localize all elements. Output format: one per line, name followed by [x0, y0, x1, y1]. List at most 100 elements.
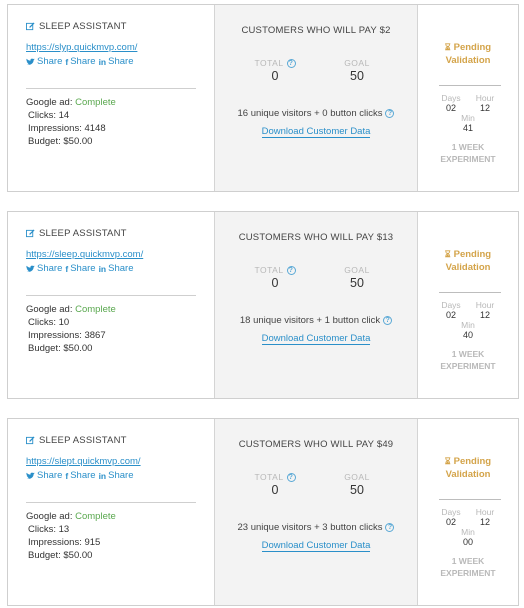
twitter-share[interactable]: Share — [26, 470, 62, 481]
experiment-line-2: EXPERIMENT — [440, 568, 496, 578]
visitors-text: 18 unique visitors + 1 button click — [239, 315, 381, 326]
experiment-line-1: 1 WEEK — [451, 349, 485, 359]
goal-label: GOAL — [344, 265, 370, 275]
linkedin-share[interactable]: in Share — [99, 263, 134, 274]
hour-value: 12 — [479, 103, 490, 113]
google-ad-summary: Google ad: Complete Clicks: 10 Impressio… — [26, 303, 116, 355]
validation-column: ⏳︎ Pending Validation Days Hour 02 12 Min… — [418, 212, 518, 398]
hourglass-icon: ⏳︎ — [444, 249, 451, 259]
visitors-text: 23 unique visitors + 3 button clicks — [237, 522, 383, 533]
card-title[interactable]: SLEEP ASSISTANT — [26, 228, 127, 239]
edit-icon[interactable] — [26, 22, 35, 31]
validation-column: ⏳︎ Pending Validation Days Hour 02 12 Min… — [418, 419, 518, 605]
days-label: Days — [441, 507, 461, 517]
days-value: 02 — [445, 517, 456, 527]
card-title[interactable]: SLEEP ASSISTANT — [26, 435, 127, 446]
edit-icon[interactable] — [26, 229, 35, 238]
min-label: Min — [461, 113, 475, 123]
card-title-text: SLEEP ASSISTANT — [39, 21, 127, 32]
countdown-timer: Days Hour 02 12 Min 40 — [418, 300, 518, 340]
twitter-share[interactable]: Share — [26, 56, 62, 67]
landing-page-link[interactable]: https://sleep.quickmvp.com/ — [26, 249, 143, 260]
linkedin-share[interactable]: in Share — [99, 470, 134, 481]
countdown-timer: Days Hour 02 12 Min 41 — [418, 93, 518, 133]
divider — [26, 502, 196, 503]
countdown-timer: Days Hour 02 12 Min 00 — [418, 507, 518, 547]
impressions-count: Impressions: 915 — [28, 537, 101, 548]
experiment-duration: 1 WEEK EXPERIMENT — [418, 348, 518, 372]
pending-validation-status: ⏳︎ Pending Validation — [418, 248, 518, 274]
visitors-summary: 18 unique visitors + 1 button click ? — [215, 315, 417, 326]
visitors-summary: 23 unique visitors + 3 button clicks ? — [215, 522, 417, 533]
question-circle-icon[interactable]: ? — [286, 265, 296, 275]
hourglass-icon: ⏳︎ — [444, 42, 451, 52]
facebook-share-label: Share — [70, 470, 96, 481]
linkedin-icon: in — [98, 263, 107, 274]
budget-value: Budget: $50.00 — [28, 343, 93, 354]
landing-page-link[interactable]: https://slept.quickmvp.com/ — [26, 456, 141, 467]
min-value: 00 — [462, 537, 473, 547]
download-data: Download Customer Data — [215, 535, 417, 553]
goal-label: GOAL — [344, 58, 370, 68]
total-label-text: TOTAL — [254, 58, 284, 68]
question-circle-icon[interactable]: ? — [385, 523, 395, 532]
goal-stat: GOAL 50 — [327, 472, 387, 497]
facebook-icon: f — [65, 263, 69, 274]
twitter-icon — [26, 472, 35, 479]
days-value: 02 — [445, 310, 456, 320]
download-customer-data-link[interactable]: Download Customer Data — [261, 540, 371, 552]
status-line-1: Pending — [453, 249, 492, 260]
share-links: Share f Share in Share — [26, 470, 133, 481]
card-title[interactable]: SLEEP ASSISTANT — [26, 21, 127, 32]
goal-value: 50 — [350, 69, 364, 83]
total-stat: TOTAL ? 0 — [245, 265, 305, 290]
landing-page-link[interactable]: https://slyp.quickmvp.com/ — [26, 42, 137, 53]
facebook-share-label: Share — [70, 56, 96, 67]
card-info-column: SLEEP ASSISTANT https://slept.quickmvp.c… — [8, 419, 214, 605]
days-value: 02 — [445, 103, 456, 113]
download-customer-data-link[interactable]: Download Customer Data — [261, 126, 371, 138]
total-label: TOTAL ? — [245, 265, 305, 275]
total-value: 0 — [271, 276, 279, 290]
status-line-2: Validation — [445, 469, 491, 480]
experiment-card: SLEEP ASSISTANT https://sleep.quickmvp.c… — [7, 211, 519, 399]
customers-heading: CUSTOMERS WHO WILL PAY $2 — [241, 25, 391, 36]
goal-stat: GOAL 50 — [327, 58, 387, 83]
pending-validation-status: ⏳︎ Pending Validation — [418, 41, 518, 67]
divider — [439, 292, 501, 293]
question-circle-icon[interactable]: ? — [383, 316, 393, 325]
goal-stat: GOAL 50 — [327, 265, 387, 290]
share-links: Share f Share in Share — [26, 263, 133, 274]
linkedin-share[interactable]: in Share — [99, 56, 134, 67]
total-label: TOTAL ? — [245, 58, 305, 68]
experiment-duration: 1 WEEK EXPERIMENT — [418, 141, 518, 165]
facebook-share[interactable]: f Share — [65, 470, 95, 481]
validation-column: ⏳︎ Pending Validation Days Hour 02 12 Min… — [418, 5, 518, 191]
experiment-line-2: EXPERIMENT — [440, 154, 496, 164]
download-customer-data-link[interactable]: Download Customer Data — [261, 333, 371, 345]
goal-label: GOAL — [344, 472, 370, 482]
facebook-icon: f — [65, 470, 69, 481]
hour-label: Hour — [475, 507, 495, 517]
edit-icon[interactable] — [26, 436, 35, 445]
twitter-icon — [26, 265, 35, 272]
hour-label: Hour — [475, 93, 495, 103]
question-circle-icon[interactable]: ? — [286, 58, 296, 68]
card-info-column: SLEEP ASSISTANT https://slyp.quickmvp.co… — [8, 5, 214, 191]
facebook-share[interactable]: f Share — [65, 263, 95, 274]
facebook-share[interactable]: f Share — [65, 56, 95, 67]
divider — [439, 499, 501, 500]
question-circle-icon[interactable]: ? — [385, 109, 395, 118]
linkedin-icon: in — [98, 470, 107, 481]
linkedin-icon: in — [98, 56, 107, 67]
twitter-share[interactable]: Share — [26, 263, 62, 274]
google-ad-status-line: Google ad: Complete — [26, 510, 116, 523]
question-circle-icon[interactable]: ? — [286, 472, 296, 482]
min-label: Min — [461, 320, 475, 330]
download-data: Download Customer Data — [215, 121, 417, 139]
card-title-text: SLEEP ASSISTANT — [39, 228, 127, 239]
goal-value: 50 — [350, 276, 364, 290]
google-ad-summary: Google ad: Complete Clicks: 13 Impressio… — [26, 510, 116, 562]
experiment-line-1: 1 WEEK — [451, 142, 485, 152]
customers-column: CUSTOMERS WHO WILL PAY $49 TOTAL ? 0 GOA… — [214, 419, 418, 605]
